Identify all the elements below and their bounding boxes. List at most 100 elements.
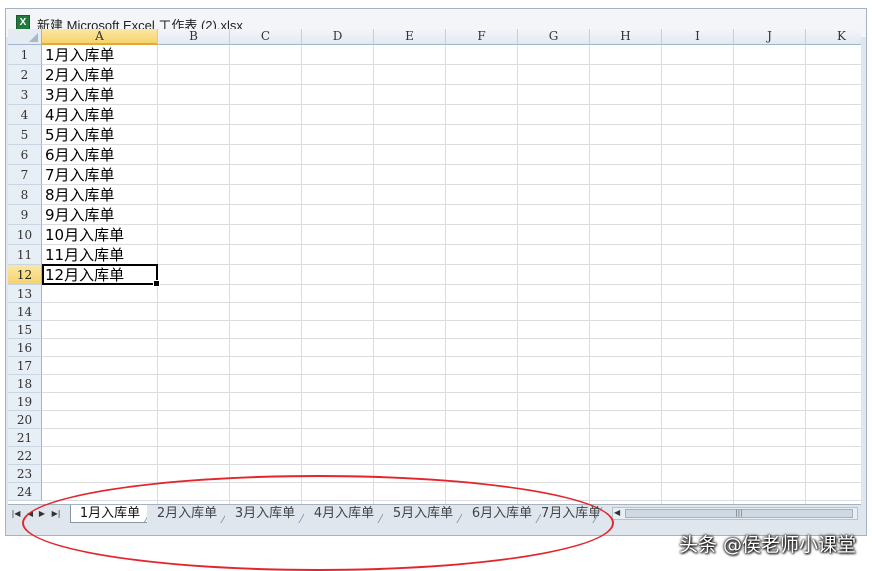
grid-row-line (42, 392, 861, 393)
scrollbar-thumb[interactable]: ||| (625, 509, 853, 518)
cell-a7[interactable]: 7月入库单 (45, 166, 115, 184)
grid-column-line (445, 45, 446, 504)
sheet-tab-2[interactable]: 2月入库单 (147, 505, 227, 523)
grid-row-line (42, 338, 861, 339)
sheet-tab-label: 5月入库单 (392, 506, 454, 521)
horizontal-scrollbar[interactable]: ◀ ||| (612, 507, 858, 520)
grid-row-line (42, 64, 861, 65)
sheet-tab-label: 7月入库单 (541, 506, 599, 521)
sheet-tab-1[interactable]: 1月入库单 (70, 505, 150, 523)
cell-a3[interactable]: 3月入库单 (45, 86, 115, 104)
row-header-12[interactable]: 12 (8, 265, 42, 285)
row-header-21[interactable]: 21 (8, 429, 42, 447)
grid-column-line (517, 45, 518, 504)
grid-row-line (42, 224, 861, 225)
active-cell-border (42, 264, 160, 287)
sheet-tab-7[interactable]: 7月入库单 (541, 505, 599, 523)
column-header-d[interactable]: D (302, 29, 374, 45)
cell-a6[interactable]: 6月入库单 (45, 146, 115, 164)
cell-a5[interactable]: 5月入库单 (45, 126, 115, 144)
column-header-h[interactable]: H (590, 29, 662, 45)
column-header-i[interactable]: I (662, 29, 734, 45)
cell-a1[interactable]: 1月入库单 (45, 46, 115, 64)
row-header-9[interactable]: 9 (8, 205, 42, 225)
row-header-15[interactable]: 15 (8, 321, 42, 339)
grid-row-line (42, 500, 861, 501)
row-header-16[interactable]: 16 (8, 339, 42, 357)
row-header-18[interactable]: 18 (8, 375, 42, 393)
last-sheet-icon[interactable]: ▶| (50, 508, 62, 520)
row-header-3[interactable]: 3 (8, 85, 42, 105)
sheet-tab-4[interactable]: 4月入库单 (304, 505, 384, 523)
row-header-24[interactable]: 24 (8, 483, 42, 501)
select-all-button[interactable] (8, 29, 42, 45)
column-header-a[interactable]: A (42, 29, 158, 45)
grid-row-line (42, 446, 861, 447)
scroll-left-icon[interactable]: ◀ (614, 508, 620, 517)
grid-column-line (589, 45, 590, 504)
row-header-13[interactable]: 13 (8, 285, 42, 303)
sheet-tab-label: 2月入库单 (156, 506, 218, 521)
grid-row-line (42, 164, 861, 165)
cell-a8[interactable]: 8月入库单 (45, 186, 115, 204)
row-header-14[interactable]: 14 (8, 303, 42, 321)
sheet-tab-label: 6月入库单 (471, 506, 533, 521)
column-header-e[interactable]: E (374, 29, 446, 45)
sheet-tab-6[interactable]: 6月入库单 (462, 505, 542, 523)
sheet-tab-3[interactable]: 3月入库单 (225, 505, 305, 523)
cell-a10[interactable]: 10月入库单 (45, 226, 124, 244)
cell-a4[interactable]: 4月入库单 (45, 106, 115, 124)
row-header-11[interactable]: 11 (8, 245, 42, 265)
grid-row-line (42, 302, 861, 303)
column-header-j[interactable]: J (734, 29, 806, 45)
grid-row-line (42, 124, 861, 125)
grid-row-line (42, 144, 861, 145)
worksheet-grid[interactable]: A B C D E F G H I J K 1 2 3 4 5 6 7 8 9 10 11 12 13 14 15 16 17 18 19… (8, 29, 861, 504)
cell-a9[interactable]: 9月入库单 (45, 206, 115, 224)
row-header-22[interactable]: 22 (8, 447, 42, 465)
column-header-f[interactable]: F (446, 29, 518, 45)
column-header-b[interactable]: B (158, 29, 230, 45)
row-header-1[interactable]: 1 (8, 45, 42, 65)
first-sheet-icon[interactable]: |◀ (10, 508, 22, 520)
row-header-5[interactable]: 5 (8, 125, 42, 145)
column-header-g[interactable]: G (518, 29, 590, 45)
row-header-4[interactable]: 4 (8, 105, 42, 125)
next-sheet-icon[interactable]: ▶ (36, 508, 48, 520)
grid-row-line (42, 84, 861, 85)
cell-a2[interactable]: 2月入库单 (45, 66, 115, 84)
column-header-k[interactable]: K (806, 29, 861, 45)
row-header-6[interactable]: 6 (8, 145, 42, 165)
row-header-2[interactable]: 2 (8, 65, 42, 85)
grid-row-line (42, 204, 861, 205)
prev-sheet-icon[interactable]: ◀ (24, 508, 36, 520)
grid-row-line (42, 244, 861, 245)
row-header-7[interactable]: 7 (8, 165, 42, 185)
row-header-10[interactable]: 10 (8, 225, 42, 245)
watermark-text: 头条 @侯老师小课堂 (678, 534, 856, 556)
sheet-tab-5[interactable]: 5月入库单 (383, 505, 463, 523)
row-header-17[interactable]: 17 (8, 357, 42, 375)
grid-column-line (661, 45, 662, 504)
grid-row-line (42, 184, 861, 185)
row-header-19[interactable]: 19 (8, 393, 42, 411)
fill-handle[interactable] (153, 280, 160, 287)
sheet-tab-label: 3月入库单 (234, 506, 296, 521)
column-header-c[interactable]: C (230, 29, 302, 45)
grid-row-line (42, 264, 861, 265)
grid-column-line (733, 45, 734, 504)
row-header-23[interactable]: 23 (8, 465, 42, 483)
grid-column-line (229, 45, 230, 504)
grid-row-line (42, 482, 861, 483)
select-all-triangle-icon (29, 33, 38, 42)
grid-row-line (42, 356, 861, 357)
sheet-tab-label: 4月入库单 (313, 506, 375, 521)
grid-row-line (42, 374, 861, 375)
excel-file-icon: X (16, 15, 30, 30)
grid-column-line (301, 45, 302, 504)
row-header-20[interactable]: 20 (8, 411, 42, 429)
grid-column-line (373, 45, 374, 504)
sheet-tab-bar: |◀ ◀ ▶ ▶| 1月入库单 2月入库单 3月入库单 4月入库单 5月入库单 6月入库单… (8, 504, 861, 523)
cell-a11[interactable]: 11月入库单 (45, 246, 124, 264)
row-header-8[interactable]: 8 (8, 185, 42, 205)
